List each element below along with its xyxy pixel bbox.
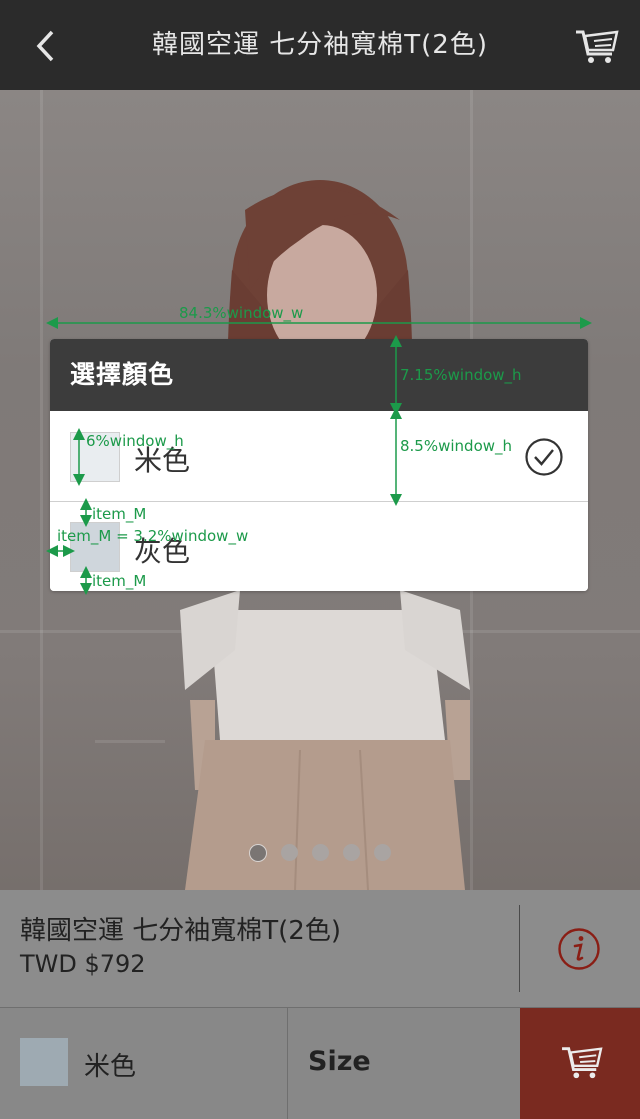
cart-icon[interactable] (574, 26, 620, 66)
divider (519, 905, 520, 992)
annotation-margin-formula: item_M = 3.2%window_w (57, 527, 249, 545)
carousel-dot[interactable] (374, 844, 391, 861)
annotation-margin-top: item_M (92, 505, 147, 523)
add-to-cart-button[interactable] (520, 1008, 640, 1119)
annotation-swatch-height: 6%window_h (86, 432, 184, 450)
size-label: Size (308, 1046, 371, 1077)
selected-color-swatch (20, 1038, 68, 1086)
product-info-bar: 韓國空運 七分袖寬棉T(2色) TWD $792 (0, 890, 640, 1007)
color-option-beige[interactable]: 米色 (50, 411, 588, 501)
annotation-width: 84.3%window_w (179, 304, 304, 322)
carousel-dots (0, 842, 640, 862)
carousel-dot[interactable] (281, 844, 298, 861)
color-selector-button[interactable]: 米色 (0, 1008, 287, 1119)
top-bar: 韓國空運 七分袖寬棉T(2色) (0, 0, 640, 90)
carousel-dot[interactable] (343, 844, 360, 861)
product-name: 韓國空運 七分袖寬棉T(2色) (20, 916, 341, 946)
cart-icon (562, 1047, 603, 1079)
selected-color-label: 米色 (84, 1052, 137, 1082)
annotation-item-height: 8.5%window_h (400, 437, 513, 455)
check-circle-icon (525, 438, 563, 476)
action-bar: 米色 Size (0, 1007, 640, 1119)
annotation-header-height: 7.15%window_h (400, 366, 522, 384)
product-price: TWD $792 (20, 950, 146, 978)
carousel-dot[interactable] (312, 844, 329, 861)
annotation-margin-bottom: item_M (92, 572, 147, 590)
carousel-dot[interactable] (249, 843, 267, 862)
size-selector-button[interactable]: Size (287, 1008, 521, 1119)
info-icon[interactable] (557, 927, 601, 971)
page-title: 韓國空運 七分袖寬棉T(2色) (152, 30, 488, 60)
